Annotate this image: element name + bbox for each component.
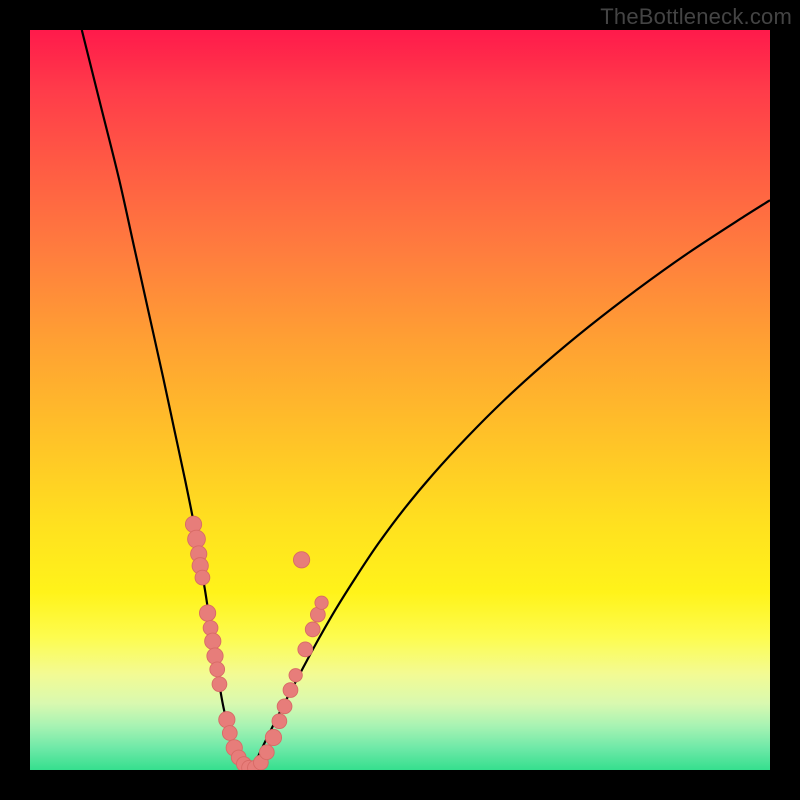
data-dot (293, 552, 309, 568)
data-dot (195, 570, 210, 585)
data-dot (315, 596, 328, 609)
plot-area (30, 30, 770, 770)
data-dot (188, 530, 206, 548)
data-dot (272, 714, 287, 729)
curve-right (252, 200, 770, 770)
data-dot (207, 648, 223, 664)
data-dot (265, 729, 281, 745)
data-dots (185, 516, 328, 770)
data-dot (212, 677, 227, 692)
data-dot (185, 516, 201, 532)
curve-left (82, 30, 252, 770)
watermark-text: TheBottleneck.com (600, 4, 792, 30)
frame: TheBottleneck.com (0, 0, 800, 800)
data-dot (199, 605, 215, 621)
data-dot (219, 712, 235, 728)
data-dot (289, 669, 302, 682)
data-dot (205, 633, 221, 649)
data-dot (305, 622, 320, 637)
data-dot (283, 683, 298, 698)
data-dot (298, 642, 313, 657)
data-dot (259, 745, 274, 760)
bottleneck-chart (30, 30, 770, 770)
data-dot (222, 726, 237, 741)
data-dot (210, 662, 225, 677)
data-dot (277, 699, 292, 714)
